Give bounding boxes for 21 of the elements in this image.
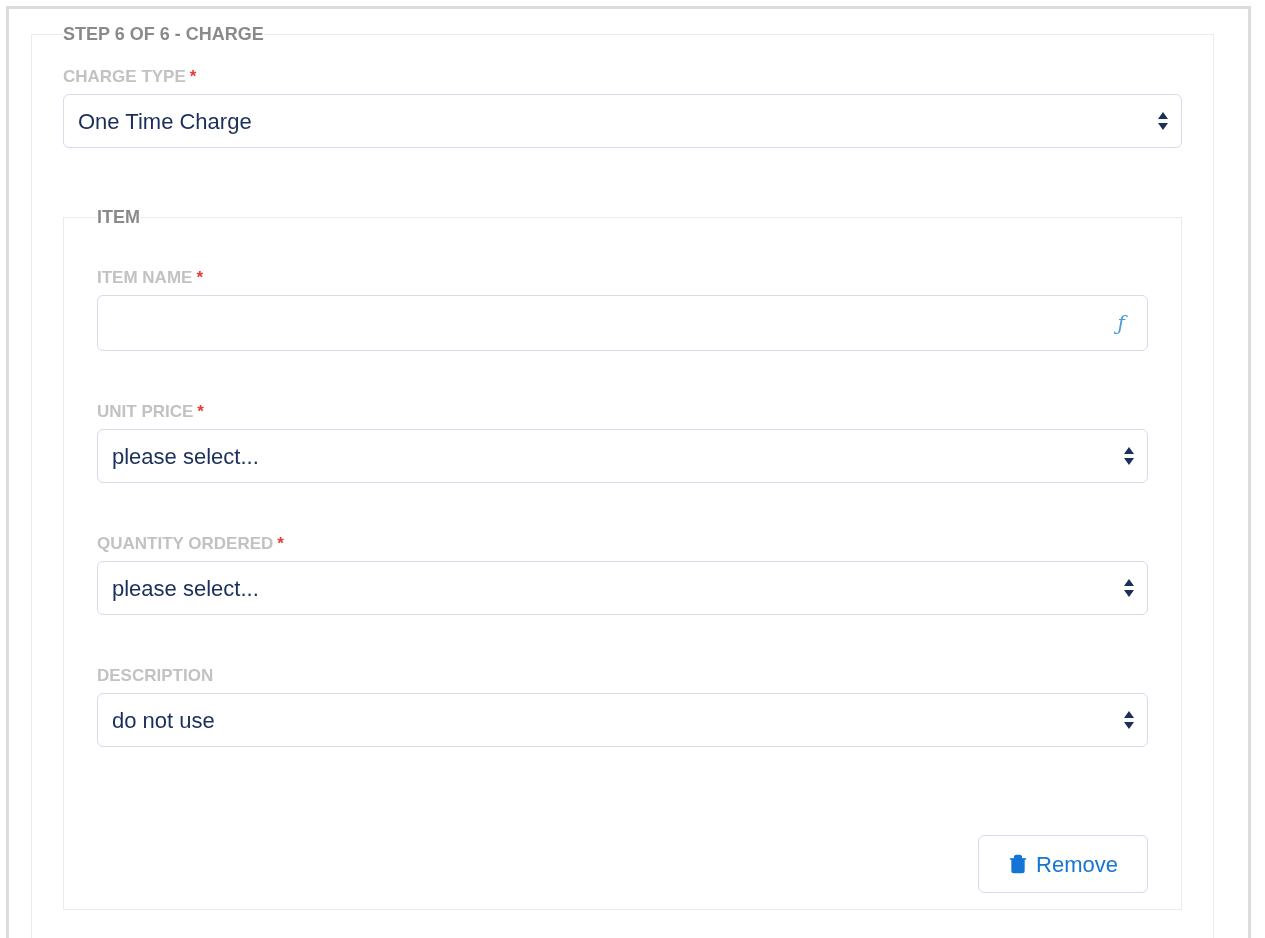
- item-title: ITEM: [97, 206, 140, 229]
- field-label: UNIT PRICE: [97, 401, 194, 424]
- sort-arrows-icon: [1123, 578, 1135, 598]
- sort-arrows-icon: [1123, 446, 1135, 466]
- select-field[interactable]: please select...: [97, 429, 1148, 483]
- required-asterisk: *: [189, 66, 197, 89]
- field-label: DESCRIPTION: [97, 665, 214, 688]
- sort-arrows-icon: [1123, 710, 1135, 730]
- trash-icon: [1008, 854, 1029, 874]
- remove-button[interactable]: Remove: [978, 835, 1148, 893]
- select-field[interactable]: please select...: [97, 561, 1148, 615]
- sort-arrows-icon: [1157, 111, 1169, 131]
- field-label: ITEM NAME: [97, 267, 193, 290]
- required-asterisk: *: [196, 267, 203, 290]
- required-asterisk: *: [197, 401, 204, 424]
- step-title: STEP 6 OF 6 - CHARGE: [63, 23, 264, 46]
- select-field[interactable]: do not use: [97, 693, 1148, 747]
- select-field[interactable]: One Time Charge: [63, 94, 1182, 148]
- field-label: QUANTITY ORDERED: [97, 533, 274, 556]
- required-asterisk: *: [277, 533, 284, 556]
- field-label: CHARGE TYPE: [63, 66, 186, 89]
